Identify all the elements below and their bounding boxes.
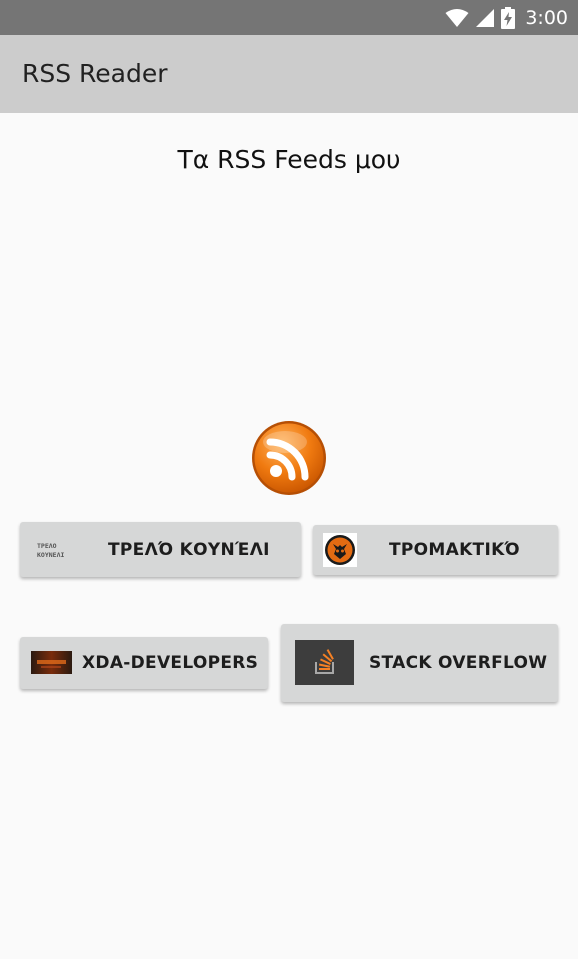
feed-button-label: ΤΡΟΜΑΚΤΙΚΌ	[389, 540, 520, 560]
battery-charging-icon	[501, 6, 516, 29]
feed-button-trelo-kouneli[interactable]: ΤΡΕΛΟ ΚΟΥΝΕΛΙ ΤΡΕΛΌ ΚΟΥΝΈΛΙ	[20, 522, 301, 577]
xda-logo	[31, 651, 72, 674]
stack-overflow-logo	[295, 640, 354, 685]
clock: 3:00	[525, 6, 568, 29]
feed-button-label: XDA-DEVELOPERS	[82, 653, 259, 673]
page-heading: Τα RSS Feeds μου	[177, 145, 401, 174]
feed-button-tromaktiko[interactable]: ΤΡΟΜΑΚΤΙΚΌ	[313, 525, 558, 575]
status-icons: 3:00	[445, 0, 568, 35]
feed-button-xda-developers[interactable]: XDA-DEVELOPERS	[20, 637, 268, 689]
feed-button-label: ΤΡΕΛΌ ΚΟΥΝΈΛΙ	[108, 540, 270, 560]
cell-signal-icon	[476, 8, 495, 27]
feed-button-stack-overflow[interactable]: STACK OVERFLOW	[281, 624, 558, 702]
app-bar: RSS Reader	[0, 35, 578, 113]
app-title: RSS Reader	[22, 59, 168, 88]
wifi-icon	[445, 8, 469, 27]
trelo-logo-text-1: ΤΡΕΛΟ	[37, 542, 57, 550]
trelo-kouneli-logo: ΤΡΕΛΟ ΚΟΥΝΕΛΙ	[36, 539, 72, 561]
tromaktiko-logo	[323, 533, 357, 567]
status-bar: 3:00	[0, 0, 578, 35]
feed-button-label: STACK OVERFLOW	[369, 653, 548, 673]
trelo-logo-text-2: ΚΟΥΝΕΛΙ	[37, 551, 64, 559]
rss-logo-icon	[252, 421, 326, 495]
